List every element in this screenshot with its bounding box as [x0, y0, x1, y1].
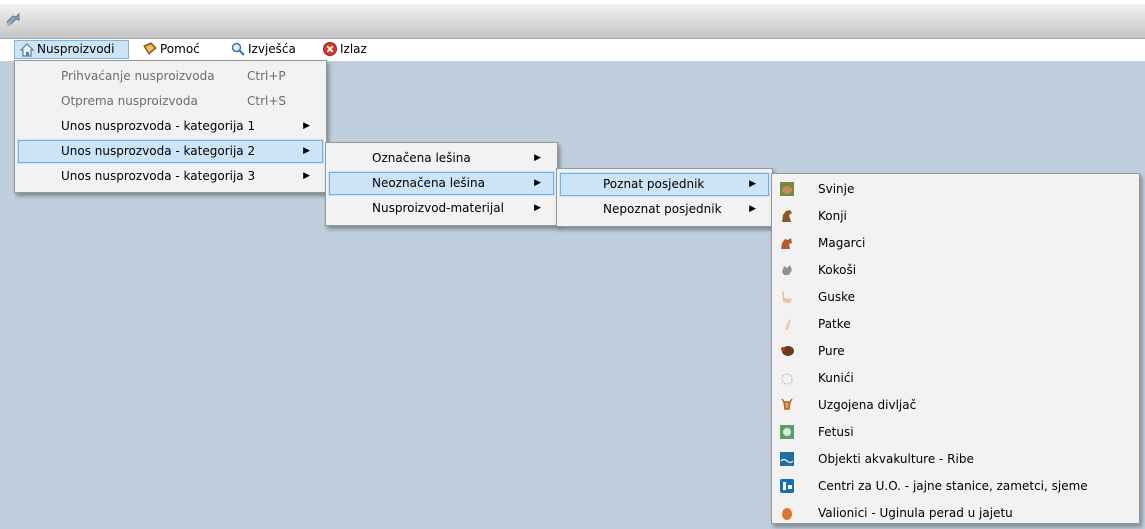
menu-item-prihvacanje-label: Prihvaćanje nusproizvoda — [61, 69, 215, 83]
horse-icon — [782, 210, 792, 222]
menu-item-uzgojena-divljac-label: Uzgojena divljač — [818, 398, 917, 412]
window-title-bar — [0, 4, 1145, 39]
menu-item-fetusi-label: Fetusi — [818, 425, 854, 439]
menu-item-kategorija-1-label: Unos nusprozvoda - kategorija 1 — [61, 119, 256, 133]
menu-item-guske-label: Guske — [818, 290, 856, 304]
submenu-arrow-icon: ▶ — [303, 121, 310, 131]
submenu-arrow-icon: ▶ — [534, 153, 541, 163]
submenu-arrow-icon: ▶ — [303, 171, 310, 181]
menu-item-kategorija-2-label: Unos nusprozvoda - kategorija 2 — [61, 144, 256, 158]
menu-item-svinje-label: Svinje — [818, 182, 855, 196]
menu-item-nusproizvod-materijal[interactable]: Nusproizvod-materijal ▶ — [328, 196, 555, 221]
book-icon — [143, 42, 157, 55]
menu-nusproizvodi-label: Nusproizvodi — [37, 42, 115, 56]
menu-pomoc[interactable]: Pomoć — [138, 40, 222, 59]
donkey-icon — [781, 238, 792, 249]
app-icon — [6, 12, 20, 26]
menu-item-nepoznat-posjednik[interactable]: Nepoznat posjednik ▶ — [559, 197, 770, 222]
menu-item-patke[interactable]: Patke — [774, 311, 1137, 338]
menu-item-valionici-label: Valionici - Uginula perad u jajetu — [818, 506, 1013, 520]
menu-item-pure-label: Pure — [818, 344, 845, 358]
submenu-arrow-icon: ▶ — [534, 203, 541, 213]
deer-icon — [781, 398, 793, 410]
submenu-arrow-icon: ▶ — [749, 204, 756, 214]
menu-item-kokosi-label: Kokoši — [818, 263, 857, 277]
menu-bar: Nusproizvodi Pomoć Izvješća Izlaz — [0, 39, 1145, 61]
menu-item-guske[interactable]: Guske — [774, 284, 1137, 311]
menu-item-poznat-posjednik-label: Poznat posjednik — [603, 177, 705, 191]
menu-item-poznat-posjednik[interactable]: Poznat posjednik ▶ — [559, 172, 770, 197]
nusproizvodi-dropdown: Prihvaćanje nusproizvoda Ctrl+P Otprema … — [14, 60, 327, 193]
menu-item-konji-label: Konji — [818, 209, 847, 223]
menu-item-magarci[interactable]: Magarci — [774, 230, 1137, 257]
menu-item-kategorija-3[interactable]: Unos nusprozvoda - kategorija 3 ▶ — [17, 164, 324, 189]
goose-icon — [782, 291, 792, 303]
menu-item-fetusi[interactable]: Fetusi — [774, 419, 1137, 446]
menu-item-centri-uo[interactable]: Centri za U.O. - jajne stanice, zametci,… — [774, 473, 1137, 500]
menu-item-otprema[interactable]: Otprema nusproizvoda Ctrl+S — [17, 89, 324, 114]
fish-icon — [780, 452, 794, 466]
menu-item-magarci-label: Magarci — [818, 236, 866, 250]
close-circle-icon — [323, 42, 337, 56]
menu-item-kunici-label: Kunići — [818, 371, 854, 385]
menu-item-neoznacena-lesina[interactable]: Neoznačena lešina ▶ — [328, 171, 555, 196]
turkey-icon — [781, 346, 794, 356]
submenu-arrow-icon: ▶ — [303, 146, 310, 156]
menu-item-prihvacanje[interactable]: Prihvaćanje nusproizvoda Ctrl+P — [17, 64, 324, 89]
menu-item-prihvacanje-shortcut: Ctrl+P — [247, 69, 286, 83]
rabbit-icon — [781, 373, 793, 385]
menu-item-svinje[interactable]: Svinje — [774, 176, 1137, 203]
menu-item-konji[interactable]: Konji — [774, 203, 1137, 230]
menu-izlaz-label: Izlaz — [340, 42, 367, 56]
menu-item-patke-label: Patke — [818, 317, 851, 331]
menu-item-akvakultura-label: Objekti akvakulture - Ribe — [818, 452, 974, 466]
menu-item-centri-uo-label: Centri za U.O. - jajne stanice, zametci,… — [818, 479, 1088, 493]
menu-izvjesca[interactable]: Izvješća — [226, 40, 316, 59]
lab-icon — [780, 479, 794, 493]
menu-item-pure[interactable]: Pure — [774, 338, 1137, 365]
menu-item-otprema-shortcut: Ctrl+S — [247, 94, 287, 108]
house-icon — [19, 43, 35, 57]
menu-item-kategorija-2[interactable]: Unos nusprozvoda - kategorija 2 ▶ — [17, 139, 324, 164]
menu-nusproizvodi[interactable]: Nusproizvodi — [14, 40, 129, 59]
menu-item-neoznacena-lesina-label: Neoznačena lešina — [372, 176, 485, 190]
menu-pomoc-label: Pomoć — [160, 42, 200, 56]
menu-izlaz[interactable]: Izlaz — [318, 40, 378, 59]
menu-item-kategorija-3-label: Unos nusprozvoda - kategorija 3 — [61, 169, 256, 183]
fetus-icon — [780, 425, 794, 439]
menu-item-akvakultura[interactable]: Objekti akvakulture - Ribe — [774, 446, 1137, 473]
pig-icon — [780, 182, 794, 196]
menu-izvjesca-label: Izvješća — [248, 42, 296, 56]
chicken-icon — [782, 265, 792, 275]
menu-item-oznacena-lesina-label: Označena lešina — [372, 151, 471, 165]
menu-item-oznacena-lesina[interactable]: Označena lešina ▶ — [328, 146, 555, 171]
menu-item-kategorija-1[interactable]: Unos nusprozvoda - kategorija 1 ▶ — [17, 114, 324, 139]
menu-item-otprema-label: Otprema nusproizvoda — [61, 94, 198, 108]
menu-item-uzgojena-divljac[interactable]: Uzgojena divljač — [774, 392, 1137, 419]
submenu-arrow-icon: ▶ — [749, 179, 756, 189]
poznat-posjednik-submenu: Svinje Konji Magarci Kokoši Guske Patke … — [771, 173, 1140, 524]
menu-item-kunici[interactable]: Kunići — [774, 365, 1137, 392]
menu-item-nusproizvod-materijal-label: Nusproizvod-materijal — [372, 201, 504, 215]
neoznacena-lesina-submenu: Poznat posjednik ▶ Nepoznat posjednik ▶ — [556, 168, 773, 227]
menu-item-nepoznat-posjednik-label: Nepoznat posjednik — [603, 202, 722, 216]
kategorija-2-submenu: Označena lešina ▶ Neoznačena lešina ▶ Nu… — [325, 142, 558, 226]
egg-icon — [782, 508, 792, 520]
submenu-arrow-icon: ▶ — [534, 178, 541, 188]
duck-icon — [785, 319, 791, 330]
menu-item-valionici[interactable]: Valionici - Uginula perad u jajetu — [774, 500, 1137, 527]
magnifier-icon — [231, 42, 245, 56]
menu-item-kokosi[interactable]: Kokoši — [774, 257, 1137, 284]
